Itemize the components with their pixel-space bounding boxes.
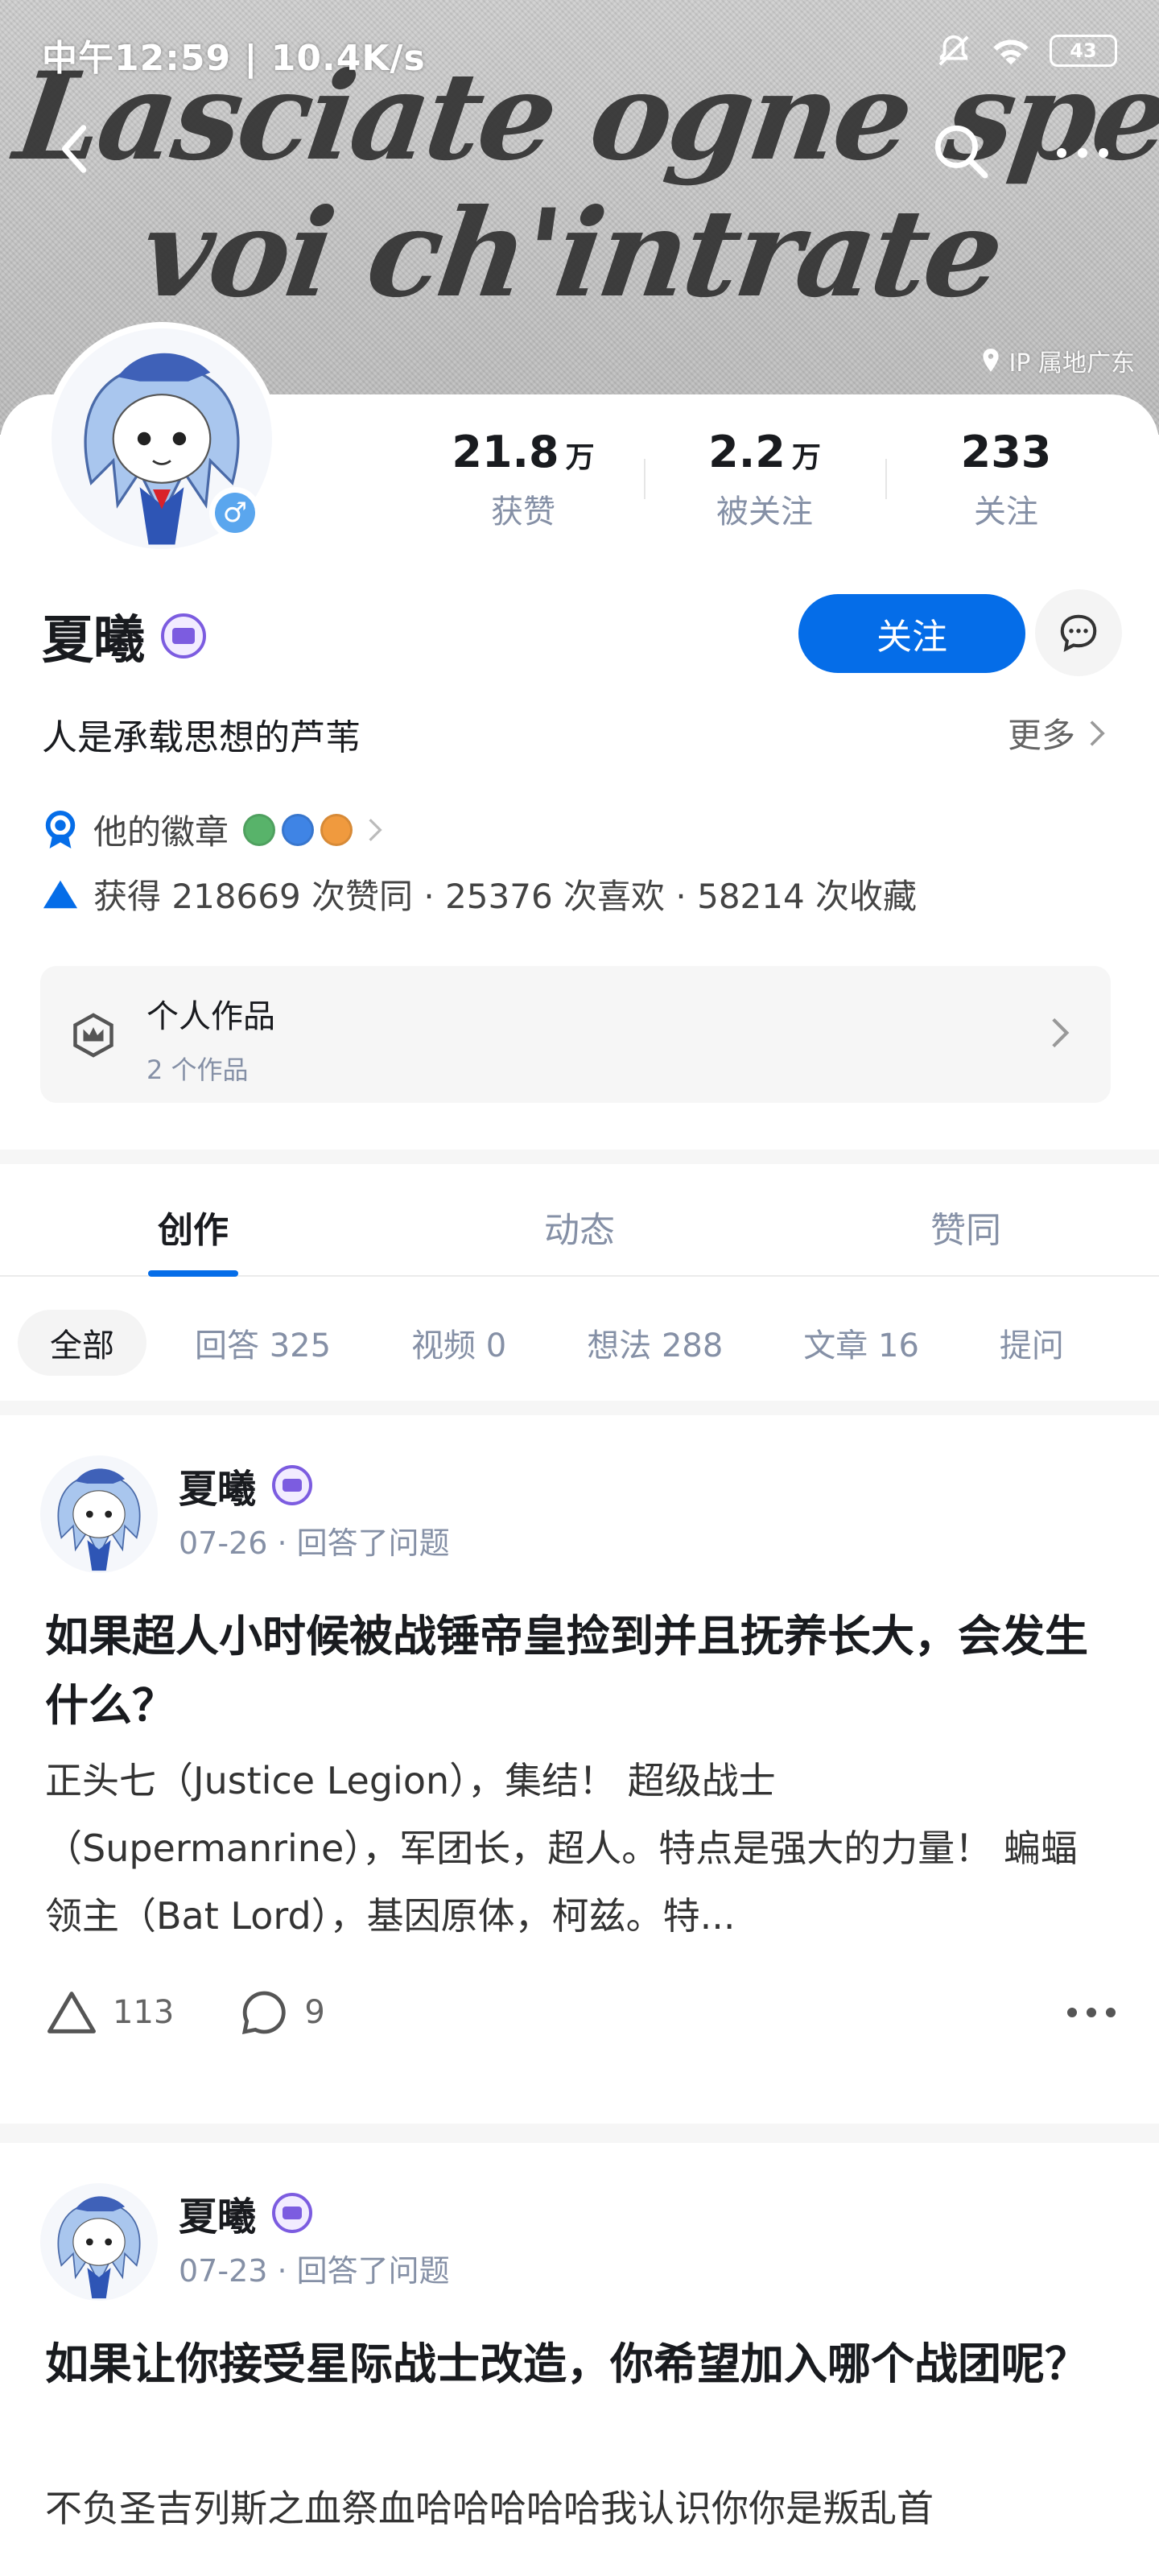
avatar-image xyxy=(40,2183,158,2301)
works-count: 2 个作品 xyxy=(146,1055,249,1085)
profile-tabs: 创作 动态 赞同 xyxy=(0,1164,1159,1277)
personal-works-card[interactable]: 个人作品 2 个作品 xyxy=(40,966,1111,1103)
name-row: 夏曦 xyxy=(42,596,206,676)
filter-answers[interactable]: 回答 325 xyxy=(163,1310,363,1376)
status-bar: 中午12:59 | 10.4K/s 43 xyxy=(0,0,1159,97)
chevron-right-icon xyxy=(1090,720,1105,746)
stat-divider xyxy=(885,459,887,499)
member-badge-icon[interactable] xyxy=(161,613,206,658)
profile-bio: 人是承载思想的芦苇 xyxy=(42,717,361,758)
feed-item[interactable]: 夏曦 07-23 · 回答了问题 如果让你接受星际战士改造，你希望加入哪个战团呢… xyxy=(0,2143,1159,2576)
post-excerpt[interactable]: 正头七（Justice Legion），集结！ 超级战士（Supermanrin… xyxy=(45,1747,1107,1950)
profile-stats: 21.8 万 获赞 2.2 万 被关注 233 关注 xyxy=(402,427,1127,547)
filter-questions[interactable]: 提问 xyxy=(967,1310,1096,1376)
works-title: 个人作品 xyxy=(146,998,275,1035)
comment-bubble-icon xyxy=(242,1991,287,2035)
status-icons: 43 xyxy=(935,32,1117,69)
award-ribbon-icon xyxy=(45,810,76,848)
status-time: 中午12:59 | 10.4K/s xyxy=(42,38,426,79)
badge-icons xyxy=(243,813,353,846)
author-avatar[interactable] xyxy=(40,1455,158,1573)
post-meta: 07-26 · 回答了问题 xyxy=(179,1525,450,1561)
orange-badge-icon xyxy=(320,813,353,846)
battery-icon: 43 xyxy=(1050,35,1117,67)
mute-icon xyxy=(938,35,969,66)
search-icon[interactable] xyxy=(930,121,990,180)
upvote-button[interactable]: 113 xyxy=(45,1989,174,2036)
tab-upvotes[interactable]: 赞同 xyxy=(773,1164,1159,1275)
content-filter-row: 全部 回答 325 视频 0 想法 288 文章 16 提问 xyxy=(0,1302,1159,1383)
more-options-icon[interactable] xyxy=(1038,129,1127,177)
stat-following[interactable]: 233 关注 xyxy=(885,427,1127,547)
post-actions: 113 9 xyxy=(45,1980,1116,2045)
tab-creations[interactable]: 创作 xyxy=(0,1164,386,1277)
filter-thoughts[interactable]: 想法 288 xyxy=(555,1310,755,1376)
back-arrow-icon[interactable] xyxy=(48,121,105,177)
section-divider xyxy=(0,1150,1159,1164)
male-icon: ♂ xyxy=(215,493,255,533)
post-title[interactable]: 如果让你接受星际战士改造，你希望加入哪个战团呢？ xyxy=(45,2330,1124,2399)
feed-item[interactable]: 夏曦 07-26 · 回答了问题 如果超人小时候被战锤帝皇捡到并且抚养长大，会发… xyxy=(0,1415,1159,2124)
author-avatar[interactable] xyxy=(40,2183,158,2301)
tab-activity[interactable]: 动态 xyxy=(386,1164,773,1275)
gender-badge: ♂ xyxy=(209,487,261,539)
badges-row[interactable]: 他的徽章 xyxy=(42,805,383,854)
author-name-row[interactable]: 夏曦 xyxy=(179,2185,313,2241)
feed-separator xyxy=(0,2124,1159,2143)
post-excerpt[interactable]: 不负圣吉列斯之血祭血哈哈哈哈哈我认识你你是叛乱首 xyxy=(45,2475,1107,2576)
wifi-icon xyxy=(993,39,1029,65)
message-button[interactable] xyxy=(1035,589,1122,676)
follow-button[interactable]: 关注 xyxy=(798,594,1025,673)
chevron-right-icon xyxy=(1052,1018,1070,1048)
profile-name: 夏曦 xyxy=(42,611,145,671)
location-pin-icon xyxy=(982,349,999,372)
stat-likes[interactable]: 21.8 万 获赞 xyxy=(402,427,644,547)
blue-badge-icon xyxy=(282,813,315,846)
crown-box-icon xyxy=(73,1013,113,1058)
filter-videos[interactable]: 视频 0 xyxy=(379,1310,538,1376)
member-badge-icon xyxy=(272,2193,313,2233)
upvote-triangle-icon xyxy=(47,1992,96,2033)
comment-button[interactable]: 9 xyxy=(238,1987,325,2038)
stat-divider xyxy=(644,459,645,499)
chat-bubble-icon xyxy=(1060,614,1097,652)
more-button[interactable]: 更多 xyxy=(1008,708,1106,758)
author-name-row[interactable]: 夏曦 xyxy=(179,1457,313,1513)
green-badge-icon xyxy=(243,813,276,846)
member-badge-icon xyxy=(272,1465,313,1505)
active-tab-indicator xyxy=(148,1270,238,1277)
stat-followers[interactable]: 2.2 万 被关注 xyxy=(644,427,885,547)
post-title[interactable]: 如果超人小时候被战锤帝皇捡到并且抚养长大，会发生什么？ xyxy=(45,1602,1124,1740)
filter-articles[interactable]: 文章 16 xyxy=(771,1310,951,1376)
post-meta: 07-23 · 回答了问题 xyxy=(179,2253,450,2289)
chevron-right-icon xyxy=(369,818,382,841)
more-options-icon[interactable] xyxy=(1067,2008,1116,2017)
achievements-row: 获得 218669 次赞同 · 25376 次喜欢 · 58214 次收藏 xyxy=(42,869,917,919)
avatar-image xyxy=(40,1455,158,1573)
filter-all[interactable]: 全部 xyxy=(18,1310,146,1376)
section-divider xyxy=(0,1401,1159,1415)
ip-location: IP 属地广东 xyxy=(980,343,1135,378)
triangle-icon xyxy=(43,880,78,908)
